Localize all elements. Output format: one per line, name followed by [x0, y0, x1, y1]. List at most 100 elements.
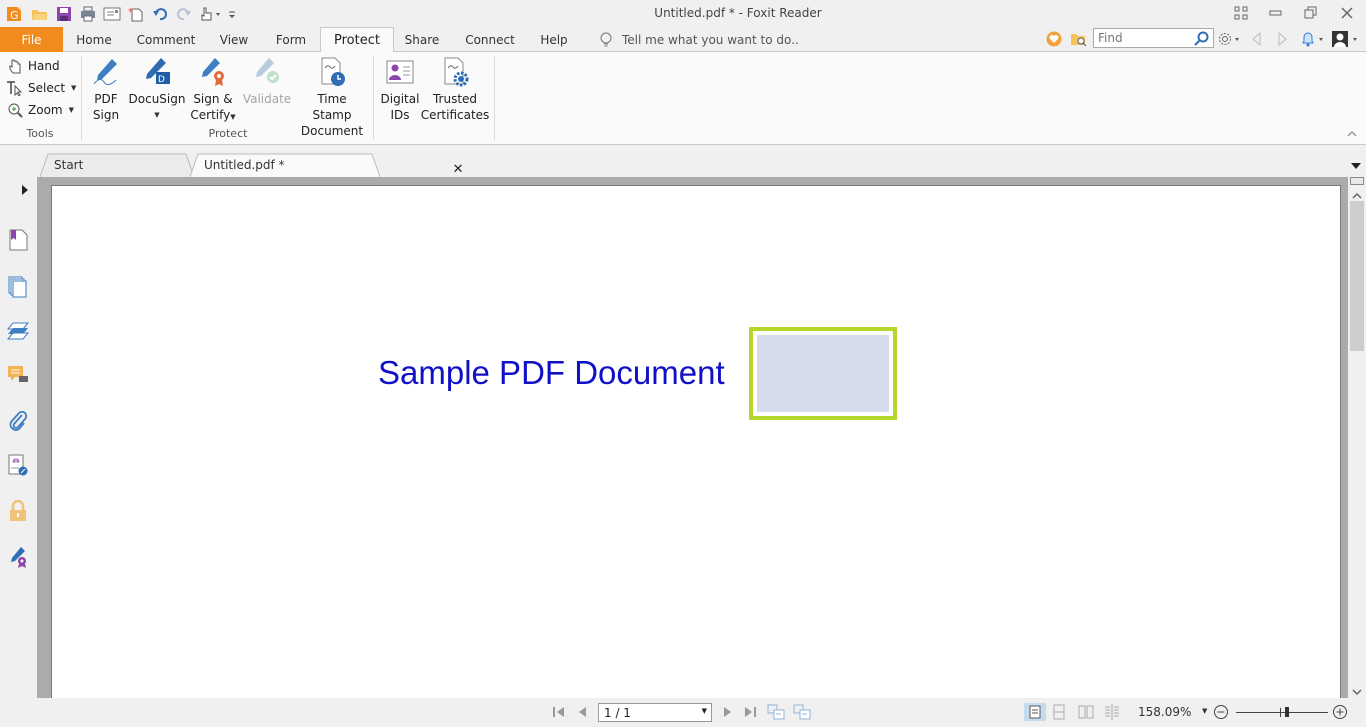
trusted-certificates-button[interactable]: Trusted Certificates [421, 56, 489, 123]
tab-form[interactable]: Form [266, 27, 316, 52]
zoom-percentage[interactable]: 158.09% [1138, 705, 1191, 719]
tell-me-box[interactable]: Tell me what you want to do.. [598, 31, 799, 49]
search-icon[interactable] [1194, 31, 1210, 47]
docusign-button[interactable]: D DocuSign ▼ [129, 56, 185, 123]
restore-button[interactable] [1296, 3, 1326, 23]
scrollbar-thumb[interactable] [1350, 201, 1364, 351]
sign-certify-button[interactable]: Sign & Certify▼ [190, 56, 236, 125]
comments-icon[interactable] [6, 363, 30, 387]
hand-tool-button[interactable]: Hand [6, 56, 60, 76]
digital-ids-button[interactable]: Digital IDs [380, 56, 420, 123]
continuous-facing-view-button[interactable] [1103, 704, 1121, 720]
collapse-ribbon-button[interactable] [1346, 128, 1358, 142]
tab-connect[interactable]: Connect [456, 27, 524, 52]
docusign-icon: D [141, 56, 173, 88]
signatures-panel-icon[interactable] [6, 453, 30, 477]
select-tool-button[interactable]: Select ▼ [6, 78, 76, 98]
zoom-tool-button[interactable]: Zoom ▼ [6, 100, 74, 120]
tools-group-label: Tools [26, 127, 54, 140]
tab-help[interactable]: Help [532, 27, 576, 52]
find-field[interactable] [1093, 28, 1214, 48]
doc-tab-start[interactable]: Start [40, 153, 194, 177]
document-viewport: Sample PDF Document [37, 177, 1348, 705]
tab-protect[interactable]: Protect [320, 27, 394, 53]
tab-list-dropdown[interactable] [1350, 159, 1362, 173]
previous-view-button[interactable] [767, 704, 785, 720]
first-page-icon [553, 707, 564, 717]
sign-certify-text: Certify [190, 108, 231, 122]
triangle-left-icon [1252, 31, 1261, 47]
bell-icon [1302, 32, 1323, 47]
chevron-down-icon: ▼ [230, 113, 236, 121]
previous-view-button[interactable] [1250, 31, 1262, 50]
layers-icon[interactable] [6, 319, 30, 343]
next-view-button[interactable] [793, 704, 811, 720]
heart-icon[interactable] [1046, 31, 1062, 50]
trusted-certificate-icon [439, 56, 471, 88]
tab-share[interactable]: Share [398, 27, 446, 52]
zoom-slider-thumb[interactable] [1284, 707, 1289, 717]
vertical-scrollbar[interactable] [1348, 177, 1366, 698]
certify-panel-icon[interactable] [6, 545, 30, 569]
time-stamp-icon [316, 56, 348, 88]
chevron-down-icon[interactable]: ▼ [702, 707, 707, 715]
search-folder-icon[interactable] [1070, 30, 1088, 51]
close-tab-icon[interactable]: ✕ [453, 162, 464, 177]
lightbulb-icon [600, 32, 612, 47]
sign-certify-label-1: Sign & [193, 92, 233, 106]
account-dropdown[interactable] [1331, 30, 1361, 51]
user-avatar-icon [1332, 31, 1357, 47]
chevron-down-icon: ▼ [68, 106, 74, 114]
pdf-sign-button[interactable]: PDF Sign [89, 56, 123, 123]
tab-home[interactable]: Home [66, 27, 122, 52]
next-page-button[interactable] [718, 704, 736, 720]
triangle-down-icon [1351, 163, 1361, 169]
first-page-button[interactable] [550, 704, 568, 720]
continuous-view-button[interactable] [1050, 704, 1068, 720]
zoom-in-button[interactable] [1331, 704, 1349, 720]
attachments-paperclip-icon[interactable] [6, 409, 30, 433]
next-view-button[interactable] [1277, 31, 1289, 50]
page-number-field[interactable]: 1 / 1 ▼ [598, 703, 712, 722]
fullscreen-button[interactable] [1226, 3, 1256, 23]
find-input[interactable] [1094, 29, 1190, 47]
signature-field[interactable] [749, 327, 897, 420]
split-handle[interactable] [1350, 177, 1364, 185]
tab-view[interactable]: View [210, 27, 258, 52]
settings-dropdown[interactable] [1217, 30, 1243, 51]
document-tabs: Start Untitled.pdf * ✕ [0, 145, 1366, 177]
select-label: Select [28, 81, 66, 95]
single-page-view-button[interactable] [1024, 703, 1046, 721]
zoom-label: Zoom [28, 103, 63, 117]
hand-icon [6, 58, 24, 74]
zoom-dropdown-icon[interactable]: ▼ [1202, 707, 1207, 715]
tab-comment[interactable]: Comment [130, 27, 202, 52]
doc-tab-label: Start [54, 158, 84, 172]
signature-field-fill [757, 335, 889, 412]
doc-tab-untitled[interactable]: Untitled.pdf * ✕ [190, 153, 463, 177]
expand-panel-button[interactable] [21, 184, 29, 198]
page-number-value: 1 / 1 [604, 705, 631, 720]
zoom-in-icon [6, 102, 24, 118]
tab-file[interactable]: File [0, 27, 63, 52]
security-lock-icon[interactable] [6, 499, 30, 523]
select-text-icon [6, 80, 24, 96]
zoom-out-button[interactable] [1212, 704, 1230, 720]
facing-view-button[interactable] [1077, 704, 1095, 720]
continuous-page-icon [1053, 704, 1065, 720]
close-icon [1341, 7, 1353, 19]
zoom-slider[interactable] [1236, 704, 1328, 720]
validate-button[interactable]: Validate [243, 56, 291, 107]
pages-thumbnail-icon[interactable] [6, 275, 30, 299]
previous-page-button[interactable] [574, 704, 592, 720]
minimize-button[interactable] [1261, 3, 1291, 23]
chevron-down-icon: ▼ [154, 111, 160, 119]
scroll-down-button[interactable] [1352, 685, 1362, 699]
minimize-icon [1269, 10, 1282, 16]
bookmarks-icon[interactable] [6, 228, 30, 252]
notification-dropdown[interactable] [1300, 30, 1328, 51]
validate-icon [251, 56, 283, 88]
last-page-button[interactable] [741, 704, 759, 720]
close-window-button[interactable] [1332, 3, 1362, 23]
divider [373, 56, 374, 140]
